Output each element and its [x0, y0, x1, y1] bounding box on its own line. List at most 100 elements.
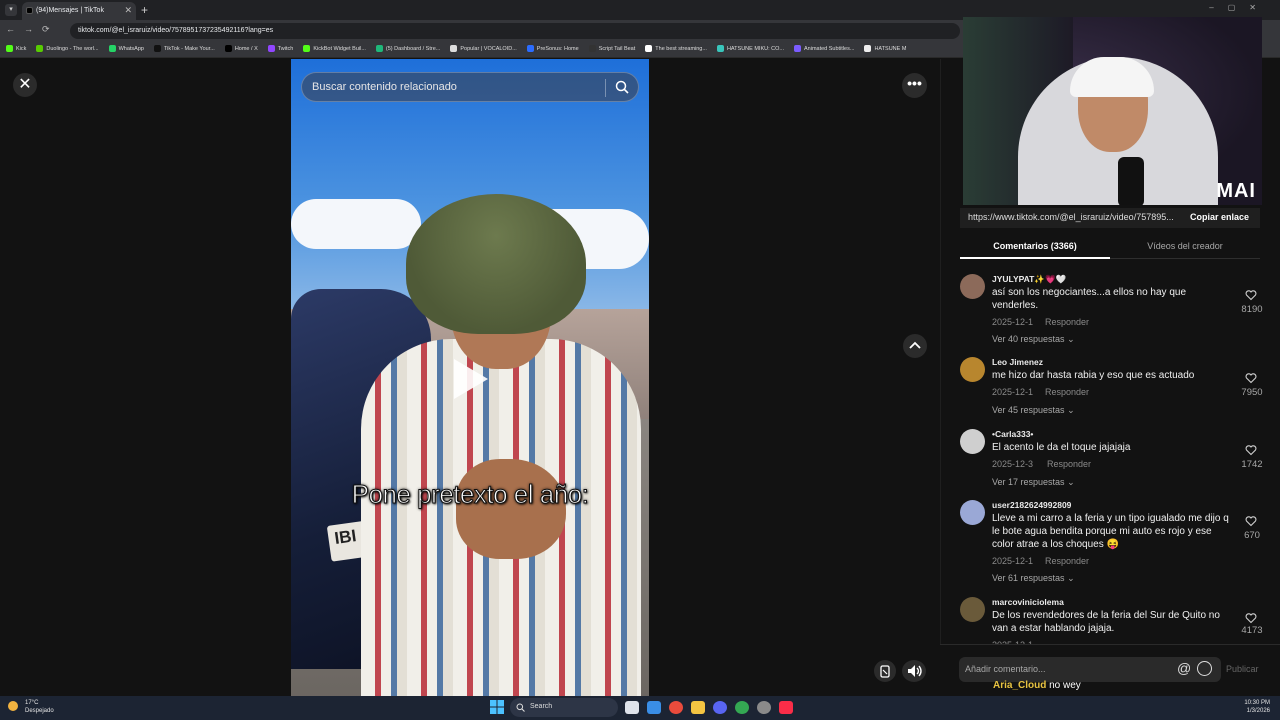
bookmark-item[interactable]: The best streaming... — [645, 45, 707, 52]
edge-icon[interactable] — [647, 701, 661, 714]
chat-username: Aria_Cloud — [993, 680, 1047, 691]
reply-button[interactable]: Responder — [1045, 317, 1089, 327]
bookmark-label: PreSonus: Home — [536, 45, 579, 52]
music-icon[interactable] — [779, 701, 793, 714]
openai-icon[interactable] — [757, 701, 771, 714]
reply-button[interactable]: Responder — [1045, 387, 1089, 397]
close-tab-icon[interactable]: ✕ — [124, 5, 132, 16]
bookmark-favicon-icon — [588, 45, 596, 52]
comment-text: así son los negociantes...a ellos no hay… — [992, 287, 1187, 311]
like-heart-icon[interactable] — [1245, 289, 1257, 301]
chrome-profile-icon[interactable] — [735, 701, 749, 714]
emoji-icon[interactable] — [1197, 661, 1212, 676]
comment-username[interactable]: Leo Jimenez — [992, 357, 1043, 367]
add-comment-input[interactable]: Añadir comentario... @ — [959, 657, 1221, 682]
chrome-icon[interactable] — [669, 701, 683, 714]
comment-item: user2182624992809 Lleve a mi carro a la … — [960, 500, 1270, 585]
avatar[interactable] — [960, 500, 985, 525]
new-tab-icon[interactable]: + — [141, 3, 148, 17]
tab-creator-videos[interactable]: Vídeos del creador — [1110, 238, 1260, 259]
bookmark-item[interactable]: Script Tail Beat — [588, 45, 635, 52]
system-clock[interactable]: 10:30 PM 1/3/2026 — [1236, 699, 1270, 715]
avatar[interactable] — [960, 357, 985, 382]
view-replies-label: Ver 17 respuestas — [992, 477, 1065, 487]
comment-username[interactable]: user2182624992809 — [992, 500, 1071, 510]
bookmark-label: The best streaming... — [655, 45, 707, 52]
bookmark-favicon-icon — [864, 45, 872, 52]
search-icon[interactable] — [615, 80, 629, 99]
bookmark-item[interactable]: KickBot Widget Buil... — [303, 45, 366, 52]
close-video-button[interactable]: ✕ — [13, 73, 37, 97]
discord-icon[interactable] — [713, 701, 727, 714]
report-icon — [880, 665, 890, 678]
more-options-icon[interactable]: ••• — [902, 73, 927, 98]
like-heart-icon[interactable] — [1245, 444, 1257, 456]
bookmark-label: (5) Dashboard / Stre... — [385, 45, 441, 52]
bookmark-item[interactable]: HATSUNE M — [864, 45, 906, 52]
like-heart-icon[interactable] — [1245, 612, 1257, 624]
bookmark-item[interactable]: TikTok - Make Your... — [153, 45, 215, 52]
bookmark-item[interactable]: Popular | VOCALOID... — [450, 45, 517, 52]
bookmark-item[interactable]: HATSUNE MIKU: CO... — [716, 45, 784, 52]
bookmark-item[interactable]: PreSonus: Home — [526, 45, 579, 52]
taskbar-search-label: Search — [530, 703, 553, 710]
bookmark-item[interactable]: Kick — [6, 45, 26, 52]
comment-text: me hizo dar hasta rabia y eso que es act… — [992, 370, 1195, 381]
tab-search-button[interactable]: ▾ — [5, 4, 17, 16]
avatar[interactable] — [960, 274, 985, 299]
view-replies-button[interactable]: Ver 40 respuestas ⌄ — [992, 334, 1075, 345]
view-replies-button[interactable]: Ver 45 respuestas ⌄ — [992, 405, 1075, 416]
task-view-icon[interactable] — [625, 701, 639, 714]
taskbar-search[interactable]: Search — [510, 698, 618, 717]
window-controls[interactable]: –▢✕ — [1209, 3, 1270, 12]
view-replies-button[interactable]: Ver 17 respuestas ⌄ — [992, 477, 1075, 488]
comment-item: marcoviniciolema De los revendedores de … — [960, 597, 1270, 644]
comment-date: 2025-12-1 — [992, 317, 1034, 327]
mention-icon[interactable]: @ — [1177, 660, 1191, 676]
volume-button[interactable] — [902, 660, 926, 682]
related-search-bar[interactable]: Buscar contenido relacionado — [301, 72, 639, 102]
bookmark-favicon-icon — [224, 45, 232, 52]
windows-taskbar: 17°C Despejado Search 10:30 PM 1/3/2026 — [0, 696, 1280, 720]
comment-username[interactable]: •Carla333• — [992, 429, 1033, 439]
taskbar-apps — [625, 701, 793, 714]
comment-text: Lleve a mi carro a la feria y un tipo ig… — [992, 513, 1229, 550]
chevron-up-icon — [909, 341, 921, 349]
bookmark-item[interactable]: (5) Dashboard / Stre... — [375, 45, 441, 52]
bookmark-item[interactable]: Duolingo - The worl... — [36, 45, 99, 52]
video-player[interactable]: IBI Pone pretexto el año: Buscar conteni… — [291, 59, 649, 696]
like-heart-icon[interactable] — [1245, 372, 1257, 384]
view-replies-button[interactable]: Ver 61 respuestas ⌄ — [992, 573, 1075, 584]
like-heart-icon[interactable] — [1245, 515, 1257, 527]
bookmark-favicon-icon — [794, 45, 801, 52]
url-field[interactable]: tiktok.com/@el_israruiz/video/7578951737… — [70, 23, 960, 39]
bookmark-item[interactable]: Animated Subtitles... — [794, 45, 854, 52]
bookmark-item[interactable]: Twitch — [267, 45, 293, 52]
reply-button[interactable]: Responder — [1047, 459, 1091, 469]
file-explorer-icon[interactable] — [691, 701, 705, 714]
avatar[interactable] — [960, 429, 985, 454]
chevron-down-icon: ⌄ — [1067, 405, 1075, 415]
share-link-url[interactable]: https://www.tiktok.com/@el_israruiz/vide… — [968, 212, 1174, 222]
comment-username[interactable]: JYULYPAT✨💗🤍 — [992, 274, 1066, 285]
windows-start-icon[interactable] — [490, 700, 504, 714]
comment-item: JYULYPAT✨💗🤍 así son los negociantes...a … — [960, 274, 1270, 344]
bookmark-favicon-icon — [375, 45, 383, 52]
view-replies-label: Ver 61 respuestas — [992, 573, 1065, 583]
copy-link-button[interactable]: Copiar enlace — [1190, 212, 1249, 222]
comment-date: 2025-12-1 — [992, 387, 1034, 397]
tiktok-favicon-icon — [26, 7, 33, 14]
bookmark-item[interactable]: Home / X — [224, 45, 258, 52]
bookmark-item[interactable]: WhatsApp — [108, 45, 144, 52]
tab-comments[interactable]: Comentarios (3366) — [960, 238, 1110, 259]
play-icon[interactable] — [454, 359, 488, 399]
bookmark-label: HATSUNE MIKU: CO... — [726, 45, 784, 52]
avatar[interactable] — [960, 597, 985, 622]
report-button[interactable] — [874, 660, 896, 682]
browser-tab[interactable]: (94)Mensajes | TikTok ✕ — [22, 2, 136, 20]
publish-button[interactable]: Publicar — [1226, 664, 1259, 674]
reply-button[interactable]: Responder — [1045, 556, 1089, 566]
nav-buttons[interactable]: ←→⟳ — [6, 24, 59, 35]
comment-username[interactable]: marcoviniciolema — [992, 597, 1064, 607]
previous-video-button[interactable] — [903, 334, 927, 358]
